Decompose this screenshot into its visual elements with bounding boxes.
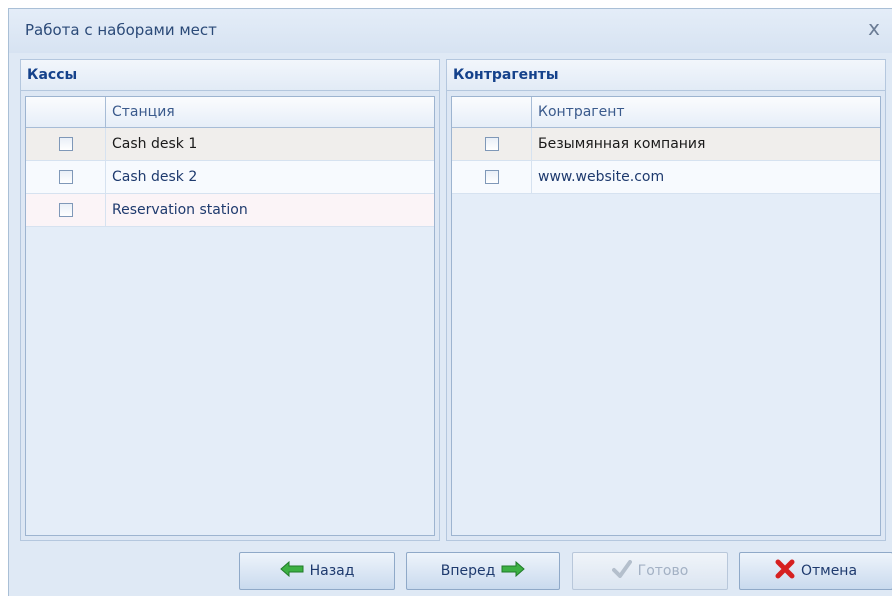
contractor-column-header[interactable]: Контрагент bbox=[532, 97, 880, 127]
stations-grid-header: Станция bbox=[26, 97, 434, 128]
cash-desks-panel: Кассы Станция Cash desk 1 Cash desk 2 Re… bbox=[20, 59, 440, 541]
check-column-header[interactable] bbox=[452, 97, 532, 127]
checkmark-icon bbox=[611, 560, 632, 582]
contractors-grid-header: Контрагент bbox=[452, 97, 880, 128]
station-name: Cash desk 2 bbox=[112, 169, 198, 185]
contractors-panel: Контрагенты Контрагент Безымянная компан… bbox=[446, 59, 886, 541]
dialog-title: Работа с наборами мест bbox=[25, 21, 217, 39]
station-name: Cash desk 1 bbox=[112, 136, 198, 152]
station-column-header[interactable]: Станция bbox=[106, 97, 434, 127]
check-column-header[interactable] bbox=[26, 97, 106, 127]
title-bar: Работа с наборами мест x bbox=[9, 9, 892, 53]
table-row[interactable]: Cash desk 1 bbox=[26, 128, 434, 161]
dialog-window: Работа с наборами мест x Кассы Станция C… bbox=[8, 8, 892, 596]
arrow-right-icon bbox=[501, 560, 526, 581]
row-checkbox[interactable] bbox=[58, 203, 73, 217]
row-checkbox[interactable] bbox=[484, 170, 499, 184]
red-x-icon bbox=[775, 559, 795, 583]
contractor-name: www.website.com bbox=[538, 169, 665, 185]
back-button[interactable]: Назад bbox=[239, 552, 395, 590]
next-button-label: Вперед bbox=[440, 563, 496, 579]
cash-desks-header: Кассы bbox=[21, 60, 439, 91]
row-checkbox[interactable] bbox=[58, 170, 73, 184]
back-button-label: Назад bbox=[309, 563, 355, 579]
row-checkbox[interactable] bbox=[58, 137, 73, 151]
done-button[interactable]: Готово bbox=[572, 552, 728, 590]
station-name: Reservation station bbox=[112, 202, 248, 218]
done-button-label: Готово bbox=[637, 563, 689, 579]
row-checkbox[interactable] bbox=[484, 137, 499, 151]
stations-grid: Станция Cash desk 1 Cash desk 2 Reservat… bbox=[25, 96, 435, 536]
table-row[interactable]: Reservation station bbox=[26, 194, 434, 227]
table-row[interactable]: Cash desk 2 bbox=[26, 161, 434, 194]
table-row[interactable]: www.website.com bbox=[452, 161, 880, 194]
table-row[interactable]: Безымянная компания bbox=[452, 128, 880, 161]
cancel-button[interactable]: Отмена bbox=[739, 552, 892, 590]
contractors-grid: Контрагент Безымянная компания www.websi… bbox=[451, 96, 881, 536]
close-button[interactable]: x bbox=[862, 17, 886, 41]
cancel-button-label: Отмена bbox=[800, 563, 858, 579]
contractors-header: Контрагенты bbox=[447, 60, 885, 91]
contractor-name: Безымянная компания bbox=[538, 136, 706, 152]
arrow-left-icon bbox=[279, 560, 304, 581]
next-button[interactable]: Вперед bbox=[406, 552, 560, 590]
